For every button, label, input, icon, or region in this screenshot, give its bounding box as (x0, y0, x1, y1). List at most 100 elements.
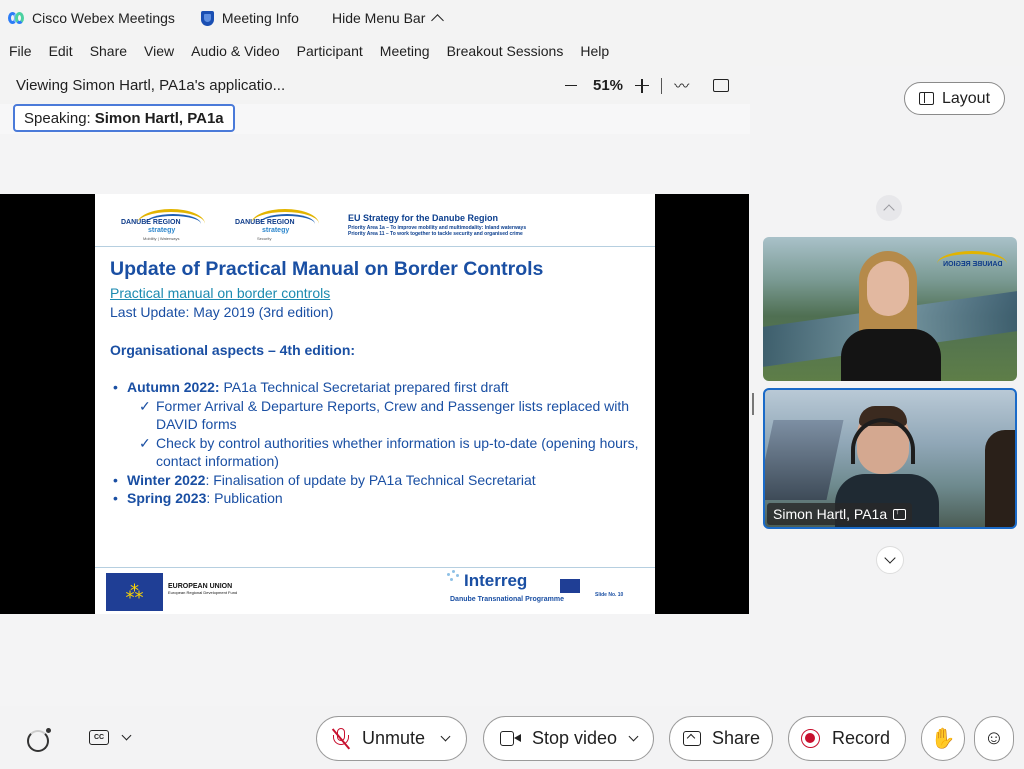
stop-video-button[interactable]: Stop video (483, 716, 654, 761)
hand-icon: ✋ (930, 728, 956, 750)
practical-manual-link[interactable]: Practical manual on border controls (110, 285, 330, 301)
record-label: Record (832, 728, 891, 748)
eus-title: EU Strategy for the Danube Region (348, 213, 499, 223)
list-item: Winter 2022: Finalisation of update by P… (110, 471, 650, 490)
webex-logo-icon (8, 11, 24, 25)
eus-header-text: EU Strategy for the Danube Region Priori… (348, 213, 526, 237)
closed-captions-button[interactable]: CC (89, 730, 132, 745)
reactions-button[interactable]: ☺ (974, 716, 1014, 761)
eu-label: EUROPEAN UNION (168, 583, 233, 590)
raise-hand-button[interactable]: ✋ (921, 716, 965, 761)
chevron-up-icon (431, 14, 445, 27)
menu-share[interactable]: Share (90, 43, 127, 59)
scroll-down-button[interactable] (876, 546, 904, 574)
speaking-name: Simon Hartl, PA1a (94, 109, 224, 127)
bullet-bold: Spring 2023 (127, 490, 207, 506)
zoom-controls: 51% 〰 (565, 75, 730, 96)
chevron-down-icon[interactable] (440, 731, 451, 741)
zoom-in-icon[interactable] (635, 78, 650, 93)
slide-bullet-list: Autumn 2022: PA1a Technical Secretariat … (110, 378, 650, 508)
bullet-text: PA1a Technical Secretariat prepared firs… (219, 379, 509, 395)
logo2-line2: strategy (262, 227, 290, 234)
background-logo-text: DANUBE REGION (943, 261, 1003, 268)
layout-icon (918, 92, 934, 105)
shield-icon (200, 10, 214, 26)
meeting-info-label: Meeting Info (221, 10, 299, 26)
monitor-icon[interactable] (713, 79, 730, 92)
layout-button[interactable]: Layout (904, 82, 1005, 115)
logo2-line3: Security (257, 236, 272, 241)
menu-view[interactable]: View (144, 43, 174, 59)
scroll-up-button[interactable] (876, 195, 902, 221)
eu-flag-small-icon (560, 579, 580, 593)
participant-avatar (841, 251, 941, 381)
participant-name: Simon Hartl, PA1a (773, 506, 888, 522)
toolbar-divider (661, 77, 663, 94)
unmute-button[interactable]: Unmute (316, 716, 467, 761)
bullet-text: : Finalisation of update by PA1a Technic… (205, 471, 536, 488)
list-item: Spring 2023: Publication (110, 489, 650, 508)
participant-video-tile[interactable]: DANUBE REGION (763, 237, 1017, 381)
hide-menu-bar-button[interactable]: Hide Menu Bar (331, 10, 445, 27)
connection-status-icon[interactable] (27, 728, 51, 752)
interreg-logo: Interreg (447, 570, 527, 591)
list-subitem: Former Arrival & Departure Reports, Crew… (110, 397, 650, 434)
layout-label: Layout (941, 89, 991, 107)
share-header: Viewing Simon Hartl, PA1a's applicatio..… (0, 66, 750, 104)
menu-meeting[interactable]: Meeting (380, 43, 430, 59)
menu-help[interactable]: Help (580, 43, 609, 59)
unmute-label: Unmute (362, 728, 426, 748)
logo1-line3: Mobility | Waterways (143, 236, 180, 241)
bullet-bold: Autumn 2022: (127, 379, 220, 395)
eu-fund-label: European Regional Development Fund (168, 590, 238, 595)
eus-priority-area-11: Priority Area 11 – To work together to t… (348, 231, 523, 237)
app-title: Cisco Webex Meetings (8, 10, 175, 26)
menu-file[interactable]: File (9, 43, 32, 59)
speaking-label: Speaking: (24, 109, 91, 127)
zoom-out-icon[interactable] (565, 84, 577, 87)
menu-audio-video[interactable]: Audio & Video (191, 43, 279, 59)
bullet-bold: Winter 2022 (127, 471, 206, 488)
menu-bar: File Edit Share View Audio & Video Parti… (0, 36, 1024, 66)
slide-title: Update of Practical Manual on Border Con… (110, 258, 544, 280)
speaking-indicator: Speaking: Simon Hartl, PA1a (13, 104, 235, 132)
last-update-text: Last Update: May 2019 (3rd edition) (110, 304, 334, 320)
viewing-label: Viewing Simon Hartl, PA1a's applicatio..… (16, 77, 286, 94)
annotate-icon[interactable]: 〰 (674, 75, 689, 96)
slide-header: DANUBE REGION strategy Mobility | Waterw… (95, 194, 655, 247)
background-logo: DANUBE REGION (931, 245, 1011, 285)
danube-region-logo-mobility: DANUBE REGION strategy Mobility | Waterw… (107, 209, 207, 241)
cc-icon: CC (89, 730, 109, 745)
chevron-down-icon (121, 730, 132, 741)
logo2-line1: DANUBE REGION (235, 219, 295, 226)
zoom-level[interactable]: 51% (593, 77, 623, 94)
panel-resize-handle[interactable] (752, 393, 754, 415)
share-button[interactable]: Share (669, 716, 773, 761)
smiley-icon: ☺ (983, 727, 1005, 749)
menu-participant[interactable]: Participant (297, 43, 363, 59)
dtp-label: Danube Transnational Programme (450, 596, 564, 603)
hide-menu-bar-label: Hide Menu Bar (331, 10, 426, 26)
logo1-line2: strategy (148, 227, 176, 234)
sharing-icon (893, 506, 907, 520)
presentation-slide: DANUBE REGION strategy Mobility | Waterw… (95, 194, 655, 614)
interreg-dots-icon (445, 569, 463, 587)
logo1-line1: DANUBE REGION (121, 219, 181, 226)
menu-breakout-sessions[interactable]: Breakout Sessions (447, 43, 564, 59)
stop-video-label: Stop video (532, 728, 618, 748)
active-speaker-video-tile[interactable]: Simon Hartl, PA1a (763, 388, 1017, 529)
share-label: Share (712, 728, 761, 748)
bullet-text: : Publication (206, 490, 283, 506)
chevron-down-icon[interactable] (628, 731, 639, 741)
meeting-info-button[interactable]: Meeting Info (200, 10, 299, 26)
microphone-muted-icon (331, 727, 350, 750)
danube-region-logo-security: DANUBE REGION strategy Security (221, 209, 321, 241)
record-button[interactable]: Record (788, 716, 906, 761)
list-subitem: Check by control authorities whether inf… (110, 434, 650, 471)
menu-edit[interactable]: Edit (49, 43, 73, 59)
app-name: Cisco Webex Meetings (32, 10, 175, 26)
participants-panel (750, 66, 1024, 706)
title-bar: Cisco Webex Meetings Meeting Info Hide M… (0, 0, 1024, 36)
participant-name-tag: Simon Hartl, PA1a (767, 503, 913, 525)
slide-footer: ⁂ EUROPEAN UNION European Regional Devel… (95, 567, 655, 614)
